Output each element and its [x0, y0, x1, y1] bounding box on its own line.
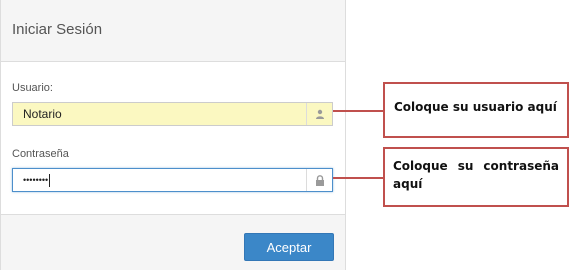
username-callout: Coloque su usuario aquí [383, 82, 569, 138]
lock-icon [306, 169, 332, 191]
text-caret [49, 173, 51, 187]
password-callout: Coloque su contraseña aquí [383, 147, 569, 207]
username-callout-connector [333, 110, 383, 112]
password-input-group: •••••••• [12, 168, 333, 192]
panel-footer: Aceptar [1, 214, 345, 270]
login-panel: Iniciar Sesión Usuario: Notario Contrase… [0, 0, 346, 270]
password-label: Contraseña [12, 148, 69, 160]
username-callout-text: Coloque su usuario aquí [394, 100, 557, 114]
panel-title: Iniciar Sesión [12, 21, 103, 38]
password-callout-text: Coloque su contraseña aquí [393, 159, 559, 191]
username-input[interactable]: Notario [13, 103, 306, 125]
password-callout-connector [333, 177, 383, 179]
username-input-group: Notario [12, 102, 333, 126]
user-icon [306, 103, 332, 125]
panel-header: Iniciar Sesión [1, 0, 345, 62]
accept-button[interactable]: Aceptar [244, 233, 334, 261]
password-mask: •••••••• [23, 175, 49, 185]
password-input[interactable]: •••••••• [13, 169, 306, 191]
username-label: Usuario: [12, 82, 53, 94]
